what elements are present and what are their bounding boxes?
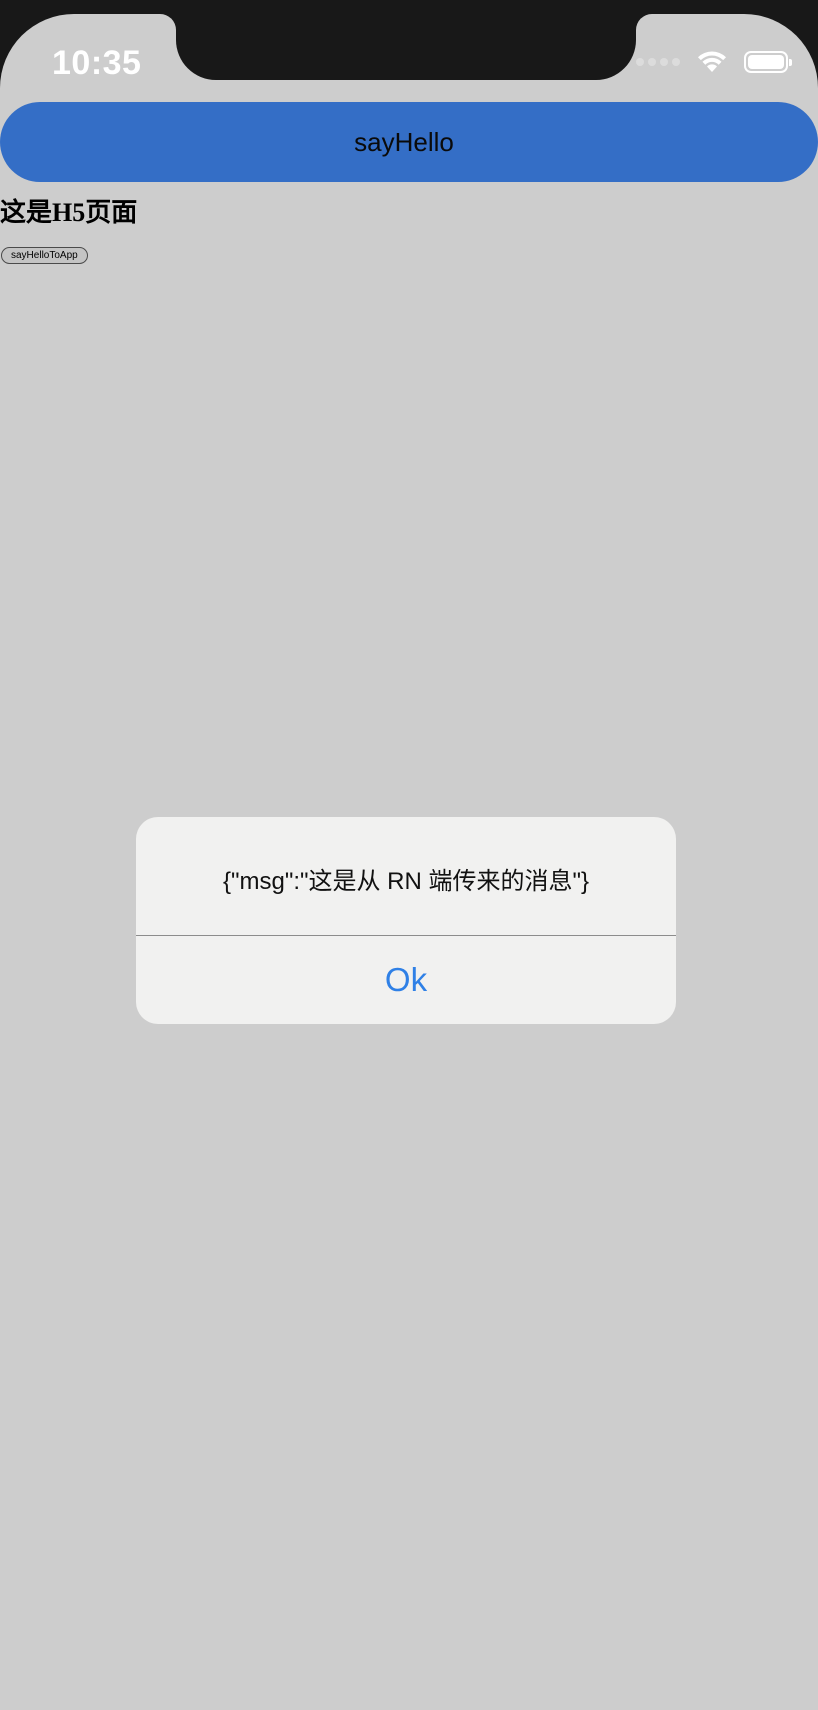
- signal-icon: [636, 58, 680, 66]
- device-notch: [176, 14, 636, 80]
- h5-page-title: 这是H5页面: [0, 198, 138, 227]
- notch-corner-left: [160, 14, 176, 30]
- notch-corner-right: [636, 14, 652, 30]
- alert-message: {"msg":"这是从 RN 端传来的消息"}: [222, 867, 590, 895]
- say-hello-to-app-button[interactable]: sayHelloToApp: [1, 247, 88, 264]
- app-screen: 10:35 sayHello 这是H5页面 sayHelloToApp {"ms…: [0, 14, 818, 1710]
- status-time: 10:35: [52, 44, 142, 82]
- wifi-icon: [698, 51, 726, 72]
- alert-dialog: {"msg":"这是从 RN 端传来的消息"} Ok: [136, 817, 676, 1024]
- status-icons: [636, 50, 792, 74]
- alert-ok-button[interactable]: Ok: [136, 936, 676, 1024]
- say-hello-button[interactable]: sayHello: [0, 102, 818, 182]
- battery-icon: [744, 51, 792, 73]
